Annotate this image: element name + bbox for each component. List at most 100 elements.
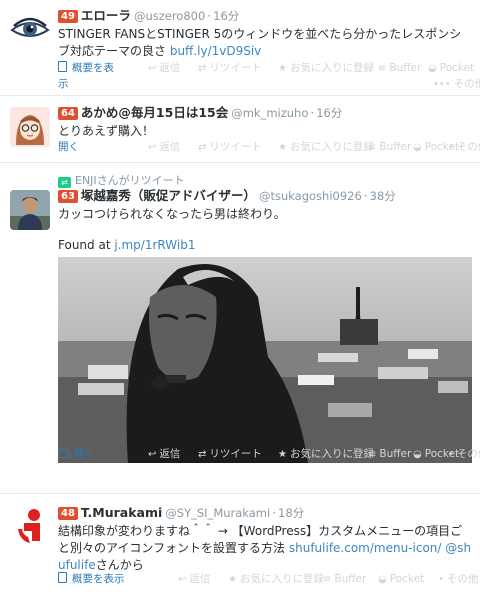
tweet-text: 結構印象が変わりますね＾＾ → 【WordPress】カスタムメニューの項目ごと… (58, 524, 472, 572)
retweet-button[interactable]: ⇄ リツイート (198, 139, 262, 156)
retweet-button[interactable]: ⇄ リツイート (198, 60, 262, 77)
tweet-feed: 49 エローラ @uszero800 · 16分 STINGER FANSとSTINGE… (0, 0, 480, 596)
tweet-link[interactable]: j.mp/1rRWib1 (114, 238, 195, 252)
timestamp[interactable]: 16分 (316, 106, 342, 120)
retweet-icon: ⇄ (198, 63, 207, 74)
favorite-button[interactable]: ★ お気に入りに登録 (228, 571, 324, 588)
separator-dot: · (207, 9, 212, 23)
pocket-button[interactable]: ◒ Pocket (428, 60, 474, 77)
retweet-icon: ⇄ (198, 449, 207, 460)
tweet-text: STINGER FANSとSTINGER 5のウィンドウを並べたら分かったレスポ… (58, 27, 462, 58)
score-badge: 64 (58, 107, 78, 120)
more-button[interactable]: ••• その他 (433, 76, 480, 93)
tweet-text: とりあえず購入！ (58, 124, 155, 138)
reply-icon: ↩ (148, 142, 157, 153)
star-icon: ★ (278, 449, 287, 460)
buffer-button[interactable]: ≡ Buffer (368, 446, 411, 463)
pocket-icon: ◒ (413, 142, 422, 153)
star-icon: ★ (228, 574, 237, 585)
reply-button[interactable]: ↩ 返信 (148, 139, 180, 156)
separator-dot: · (272, 506, 277, 520)
avatar-man[interactable] (10, 190, 50, 230)
buffer-icon: ≡ (378, 63, 387, 74)
display-name[interactable]: 塚越嘉秀（販促アドバイザー） (81, 188, 256, 203)
favorite-button[interactable]: ★ お気に入りに登録 (278, 139, 374, 156)
star-icon: ★ (278, 142, 287, 153)
reply-icon: ↩ (148, 449, 157, 460)
buffer-button[interactable]: ≡ Buffer (323, 571, 366, 588)
image-icon (58, 449, 69, 458)
retweet-note: ⇄ ENJIさんがリツイート (58, 174, 185, 188)
reply-button[interactable]: ↩ 返信 (148, 446, 180, 463)
reply-button[interactable]: ↩ 返信 (178, 571, 210, 588)
tweet-photo[interactable] (58, 257, 472, 463)
tweet-header: 63 塚越嘉秀（販促アドバイザー） @tsukagoshi0926 · 38分 (58, 188, 472, 204)
user-handle[interactable]: @uszero800 (134, 9, 205, 23)
found-at-line: Found at j.mp/1rRWib1 (58, 238, 196, 252)
tweet-header: 49 エローラ @uszero800 · 16分 (58, 8, 472, 24)
star-icon: ★ (278, 63, 287, 74)
tweet-actions: 概要を表 ↩ 返信 ⇄ リツイート ★ お気に入りに登録 ≡ Buffer ◒ Pocke… (58, 60, 474, 77)
tweet-actions: 開く ↩ 返信 ⇄ リツイート ★ お気に入りに登録 ≡ Buffer ◒ Pocket … (58, 139, 480, 156)
more-button[interactable]: •その他 (448, 446, 480, 463)
favorite-button[interactable]: ★ お気に入りに登録 (278, 446, 374, 463)
pocket-icon: ◒ (413, 449, 422, 460)
tweet-actions-row2: 示 ••• その他 (58, 76, 480, 92)
tweet-header: 48 T.Murakami @SY_SI_Murakami · 18分 (58, 505, 472, 521)
timestamp[interactable]: 38分 (370, 189, 396, 203)
display-name[interactable]: エローラ (81, 8, 131, 23)
reply-button[interactable]: ↩ 返信 (148, 60, 180, 77)
score-badge: 63 (58, 190, 78, 203)
buffer-icon: ≡ (368, 142, 377, 153)
expand-summary-link[interactable]: 概要を表示 (58, 571, 125, 587)
more-icon: • (448, 449, 454, 460)
buffer-icon: ≡ (323, 574, 332, 585)
avatar-red-logo[interactable] (10, 507, 50, 547)
tweet-2: 64 あかめ@毎月15日は15会 @mk_mizuho · 16分 とりあえず購入！ 開… (0, 97, 480, 163)
user-handle[interactable]: @tsukagoshi0926 (259, 189, 362, 203)
expand-summary-link-cont[interactable]: 示 (58, 76, 69, 92)
tweet-1: 49 エローラ @uszero800 · 16分 STINGER FANSとSTINGE… (0, 0, 480, 96)
more-icon: ••• (433, 79, 451, 90)
pocket-icon: ◒ (428, 63, 437, 74)
open-link[interactable]: 開く (58, 139, 79, 155)
timestamp[interactable]: 18分 (278, 506, 304, 520)
document-icon (58, 572, 67, 583)
pocket-button[interactable]: ◒ Pocket (378, 571, 424, 588)
retweet-icon: ⇄ (198, 142, 207, 153)
retweet-icon: ⇄ (58, 177, 71, 188)
buffer-icon: ≡ (368, 449, 377, 460)
tweet-link[interactable]: buff.ly/1vD9Siv (170, 44, 261, 58)
retweet-button[interactable]: ⇄ リツイート (198, 446, 262, 463)
open-link[interactable]: 開く (58, 446, 95, 462)
avatar-anime-girl[interactable] (10, 107, 50, 147)
separator-dot: · (363, 189, 368, 203)
tweet-text: カッコつけられなくなったら男は終わり。 (58, 207, 286, 221)
display-name[interactable]: あかめ@毎月15日は15会 (81, 105, 228, 120)
tweet-4: 48 T.Murakami @SY_SI_Murakami · 18分 結構印象が変わり… (0, 495, 480, 596)
tweet-actions: 概要を表示 ↩ 返信 ★ お気に入りに登録 ≡ Buffer ◒ Pocket • その他 (58, 571, 478, 588)
more-icon: • (448, 142, 454, 153)
user-handle[interactable]: @SY_SI_Murakami (165, 506, 270, 520)
document-icon (58, 61, 67, 72)
tweet-link[interactable]: shufulife.com/menu-icon/ (289, 541, 442, 555)
tweet-header: 64 あかめ@毎月15日は15会 @mk_mizuho · 16分 (58, 105, 472, 121)
favorite-button[interactable]: ★ お気に入りに登録 (278, 60, 374, 77)
reply-icon: ↩ (178, 574, 187, 585)
separator-dot: · (310, 106, 315, 120)
pocket-icon: ◒ (378, 574, 387, 585)
buffer-button[interactable]: ≡ Buffer (378, 60, 421, 77)
buffer-button[interactable]: ≡ Buffer (368, 139, 411, 156)
more-button[interactable]: •その他 (448, 139, 480, 156)
avatar-eye[interactable] (10, 10, 50, 50)
score-badge: 49 (58, 10, 78, 23)
expand-summary-link[interactable]: 概要を表 (58, 60, 114, 76)
tweet-actions: 開く ↩ 返信 ⇄ リツイート ★ お気に入りに登録 ≡ Buffer ◒ Pocket … (58, 446, 480, 463)
more-button[interactable]: •その他 (438, 571, 478, 588)
timestamp[interactable]: 16分 (213, 9, 239, 23)
tweet-3: ⇄ ENJIさんがリツイート 63 塚越嘉秀（販促アドバイザー） @tsukagosh… (0, 164, 480, 494)
user-handle[interactable]: @mk_mizuho (231, 106, 308, 120)
display-name[interactable]: T.Murakami (81, 505, 162, 520)
score-badge: 48 (58, 507, 78, 520)
reply-icon: ↩ (148, 63, 157, 74)
